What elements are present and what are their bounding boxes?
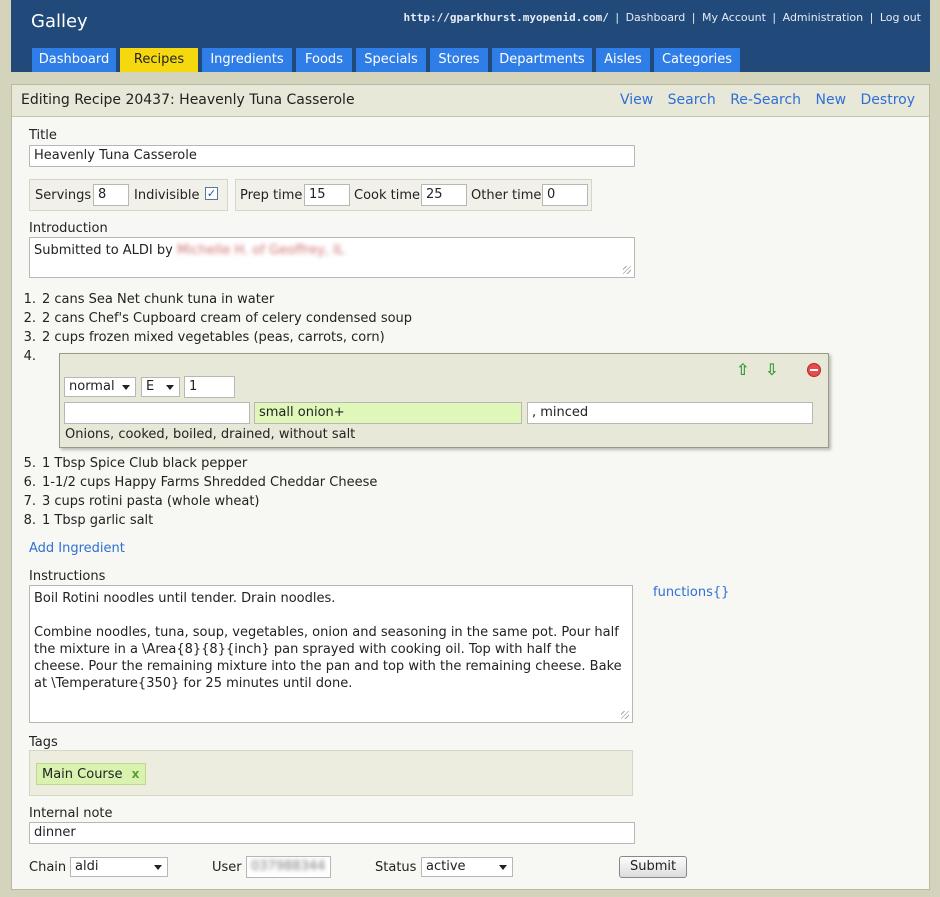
tab-dashboard[interactable]: Dashboard [32,48,116,72]
ingredient-text: 1 Tbsp Spice Club black pepper [42,456,248,471]
re-search-link[interactable]: Re-Search [730,92,801,108]
tab-specials[interactable]: Specials [356,48,426,72]
ingredient-list-continued: 5. 1 Tbsp Spice Club black pepper 6. 1-1/2… [12,454,378,530]
unit-select[interactable]: E [141,377,180,397]
tag-chip: Main Course x [36,763,147,785]
ingredient-text: 2 cans Chef's Cupboard cream of celery c… [42,311,413,326]
administration-link[interactable]: Administration [783,11,864,24]
servings-input[interactable]: 8 [93,184,129,206]
suffix-input[interactable]: , minced [527,402,813,424]
redacted-author-name: Michelle H. of Geoffrey, IL [176,243,345,258]
resize-grip-icon[interactable] [621,711,629,719]
submit-button[interactable]: Submit [619,856,688,878]
matched-food-text: Onions, cooked, boiled, drained, without… [65,427,356,442]
list-item[interactable]: 1. 2 cans Sea Net chunk tuna in water [12,290,412,309]
cook-time-input[interactable]: 25 [421,184,467,206]
add-ingredient-link[interactable]: Add Ingredient [29,541,125,556]
list-item[interactable]: 7. 3 cups rotini pasta (whole wheat) [12,492,377,511]
ingredient-text: 2 cans Sea Net chunk tuna in water [42,292,275,307]
prefix-input[interactable] [64,402,250,424]
functions-link[interactable]: functions{} [653,585,729,600]
view-link[interactable]: View [620,92,653,108]
instructions-label: Instructions [29,569,106,584]
panel-header: Editing Recipe 20437: Heavenly Tuna Cass… [12,85,929,117]
title-input[interactable]: Heavenly Tuna Casserole [29,145,635,167]
move-down-arrow-icon[interactable]: ⇩ [765,360,778,379]
chain-label: Chain [29,860,67,875]
title-label: Title [29,128,57,143]
logout-link[interactable]: Log out [880,11,921,24]
introduction-label: Introduction [29,221,108,236]
resize-grip-icon[interactable] [623,266,631,274]
list-item[interactable]: 6. 1-1/2 cups Happy Farms Shredded Chedda… [12,473,378,492]
ingredient-text: 2 cups frozen mixed vegetables (peas, ca… [42,330,385,345]
time-group: Prep time 15 Cook time 25 Other time 0 [235,179,592,211]
internal-note-input[interactable]: dinner [29,822,635,844]
redacted-user-id: 037988344 [251,859,326,874]
internal-note-label: Internal note [29,806,113,821]
tab-categories[interactable]: Categories [654,48,740,72]
edit-recipe-panel: Editing Recipe 20437: Heavenly Tuna Cass… [11,84,930,890]
prep-time-input[interactable]: 15 [304,184,350,206]
move-up-arrow-icon[interactable]: ⇧ [736,360,749,379]
app-title: Galley [31,11,88,32]
servings-group: Servings 8 Indivisible ✓ [29,179,228,211]
tab-stores[interactable]: Stores [430,48,488,72]
tab-recipes[interactable]: Recipes [120,48,198,72]
food-input[interactable]: small onion+ [254,402,522,424]
app-header: Galley http://gparkhurst.myopenid.com/ |… [11,0,930,72]
destroy-link[interactable]: Destroy [861,92,915,108]
ingredient-text: 1-1/2 cups Happy Farms Shredded Cheddar … [42,475,378,490]
introduction-textarea[interactable]: Submitted to ALDI by Michelle H. of Geof… [29,237,635,278]
ingredient-text: 3 cups rotini pasta (whole wheat) [42,494,260,509]
other-time-input[interactable]: 0 [542,184,588,206]
tab-departments[interactable]: Departments [492,48,592,72]
introduction-text: Submitted to ALDI by [34,243,173,258]
cook-time-label: Cook time [354,188,421,203]
ingredient-type-select[interactable]: normal [64,377,136,397]
status-select[interactable]: active [421,857,513,877]
user-label: User [212,860,242,875]
remove-icon[interactable] [807,363,821,377]
list-item[interactable]: 2. 2 cans Chef's Cupboard cream of celery… [12,309,412,328]
remove-tag-icon[interactable]: x [132,767,140,781]
tab-aisles[interactable]: Aisles [596,48,650,72]
openid-link[interactable]: http://gparkhurst.myopenid.com/ [404,11,609,24]
chain-select[interactable]: aldi [70,857,168,877]
search-link[interactable]: Search [668,92,716,108]
record-actions: View Search Re-Search New Destroy [610,92,915,108]
instructions-paragraph-2: Combine noodles, tuna, soup, vegetables,… [34,625,622,691]
quantity-input[interactable]: 1 [184,376,235,398]
list-item[interactable]: 3. 2 cups frozen mixed vegetables (peas, … [12,328,412,347]
list-item[interactable]: 5. 1 Tbsp Spice Club black pepper [12,454,377,473]
ingredient-text: 1 Tbsp garlic salt [42,513,154,528]
tags-box[interactable]: Main Course x [29,750,633,796]
top-links: http://gparkhurst.myopenid.com/ | Dashbo… [403,11,921,24]
list-item[interactable]: 8. 1 Tbsp garlic salt [12,511,377,530]
instructions-textarea[interactable]: Boil Rotini noodles until tender. Drain … [29,585,633,723]
ingredient-editor: ⇧ ⇩ normal E 1 small onion+ , minced Oni… [59,353,829,448]
tab-ingredients[interactable]: Ingredients [202,48,292,72]
prep-time-label: Prep time [240,188,303,203]
servings-label: Servings [35,188,92,203]
page-title: Editing Recipe 20437: Heavenly Tuna Cass… [21,92,355,108]
new-link[interactable]: New [816,92,847,108]
indivisible-label: Indivisible [134,188,200,203]
user-input[interactable]: 037988344 [246,856,331,878]
indivisible-checkbox[interactable]: ✓ [205,187,218,200]
tags-label: Tags [29,735,58,750]
other-time-label: Other time [471,188,542,203]
instructions-paragraph-1: Boil Rotini noodles until tender. Drain … [34,591,336,606]
tab-foods[interactable]: Foods [296,48,352,72]
status-label: Status [375,860,417,875]
dashboard-link[interactable]: Dashboard [626,11,686,24]
my-account-link[interactable]: My Account [702,11,766,24]
